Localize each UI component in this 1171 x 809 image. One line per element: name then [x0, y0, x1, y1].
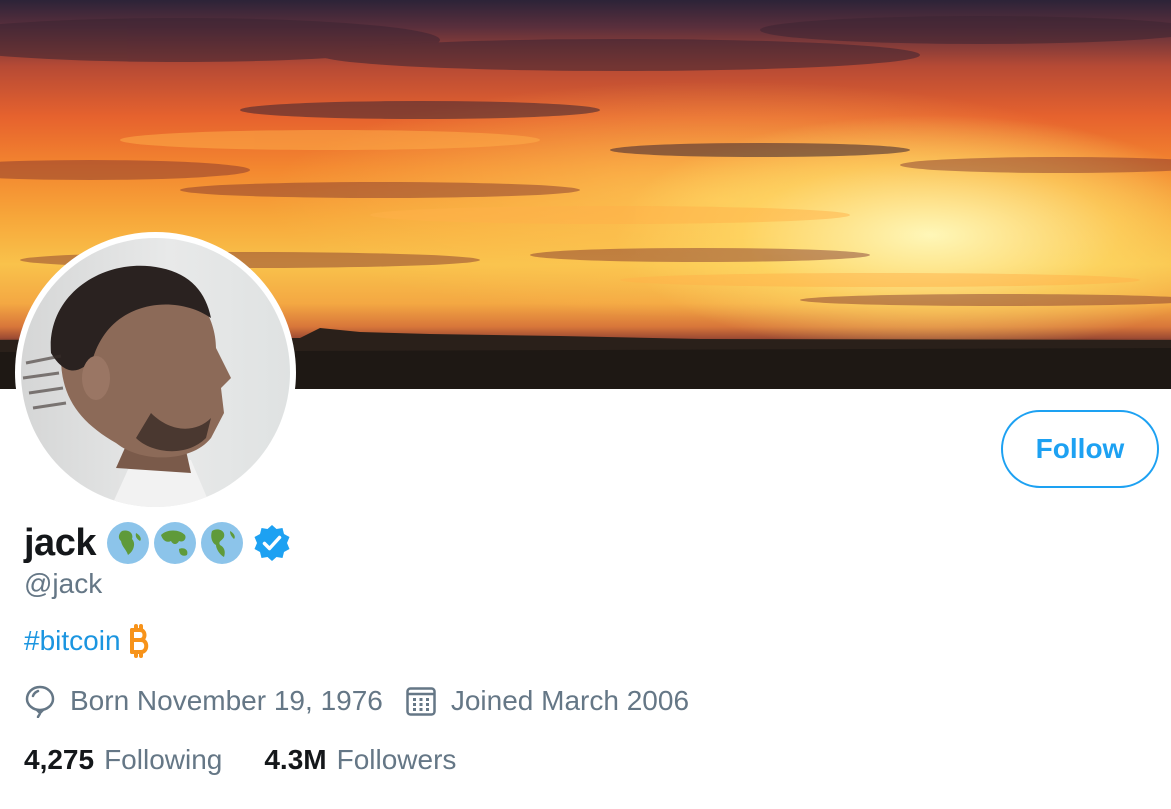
avatar-photo [21, 238, 290, 507]
following-count: 4,275 [24, 744, 95, 775]
globe-africa-icon [106, 522, 149, 564]
display-name: jack [24, 521, 96, 564]
joined-item: Joined March 2006 [405, 685, 689, 717]
bitcoin-icon [129, 624, 148, 658]
globe-americas-icon [200, 522, 243, 564]
profile-meta: Born November 19, 1976 Joined March 2006 [24, 684, 689, 718]
following-label: Following [104, 744, 223, 775]
birthday-text: Born November 19, 1976 [70, 685, 383, 716]
verified-badge-icon [254, 525, 290, 561]
followers-label: Followers [336, 744, 457, 775]
followers-link[interactable]: 4.3M Followers [264, 744, 456, 776]
profile-silhouette-illustration [22, 265, 231, 507]
bitcoin-hashtag-link[interactable]: #bitcoin [24, 625, 121, 657]
following-link[interactable]: 4,275 Following [24, 744, 222, 776]
profile-page: Follow jack @jack #bitcoin Born November… [0, 0, 1171, 809]
calendar-icon [406, 687, 436, 716]
profile-avatar[interactable] [15, 232, 296, 513]
birthday-item: Born November 19, 1976 [24, 684, 383, 718]
profile-stats: 4,275 Following 4.3M Followers [24, 744, 456, 776]
profile-bio: #bitcoin [24, 624, 151, 658]
name-row: jack [24, 516, 292, 570]
balloon-icon [25, 685, 55, 718]
followers-count: 4.3M [264, 744, 327, 775]
joined-text: Joined March 2006 [450, 685, 690, 716]
follow-button[interactable]: Follow [1001, 410, 1159, 488]
globe-asia-icon [153, 522, 196, 564]
profile-handle: @jack [24, 568, 103, 599]
